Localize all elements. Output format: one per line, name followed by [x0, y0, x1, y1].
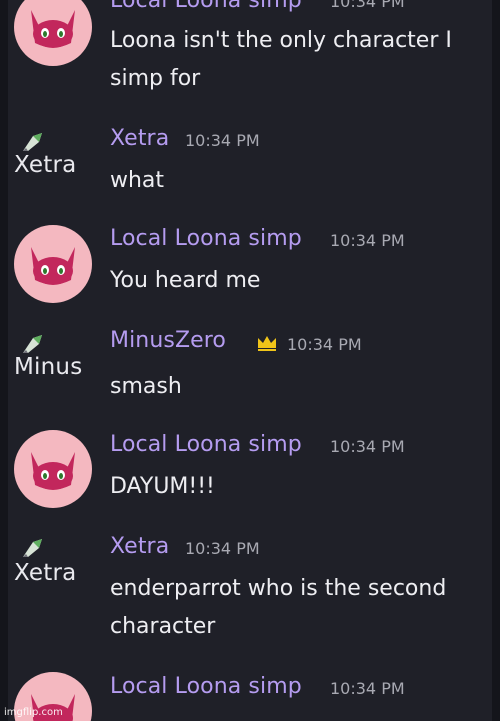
- right-edge: [492, 0, 500, 721]
- timestamp: 10:34 PM: [330, 437, 405, 456]
- username[interactable]: Local Loona simp: [110, 432, 302, 457]
- username[interactable]: Xetra: [110, 534, 169, 559]
- broken-image-icon: [23, 539, 42, 557]
- message-line: DAYUM!!!: [110, 474, 215, 499]
- avatar-alt-text: Minus: [14, 354, 83, 380]
- avatar[interactable]: [14, 225, 92, 303]
- broken-image-icon: [23, 335, 42, 353]
- message-line: what: [110, 168, 165, 193]
- timestamp: 10:34 PM: [330, 0, 405, 11]
- loona-avatar-icon: [31, 247, 75, 285]
- message-line: You heard me: [110, 268, 261, 293]
- username[interactable]: Local Loona simp: [110, 0, 302, 13]
- message-line: character: [110, 614, 216, 639]
- loona-avatar-icon: [31, 452, 75, 490]
- timestamp: 10:34 PM: [185, 131, 260, 150]
- avatar[interactable]: [14, 0, 92, 66]
- timestamp: 10:34 PM: [330, 231, 405, 250]
- loona-avatar-icon: [31, 10, 75, 48]
- broken-image-icon: [23, 133, 42, 151]
- avatar-alt-text: Xetra: [14, 152, 77, 178]
- left-edge: [0, 0, 8, 721]
- crown-icon: [258, 336, 276, 351]
- message-line: smash: [110, 374, 182, 399]
- chat-screen: Local Loona simp 10:34 PM Loona isn't th…: [0, 0, 500, 721]
- timestamp: 10:34 PM: [287, 335, 362, 354]
- username[interactable]: Local Loona simp: [110, 226, 302, 251]
- avatar[interactable]: [14, 430, 92, 508]
- username[interactable]: Local Loona simp: [110, 674, 302, 699]
- watermark: imgflip.com: [4, 707, 63, 718]
- username[interactable]: Xetra: [110, 126, 169, 151]
- avatar-alt-text: Xetra: [14, 560, 77, 586]
- timestamp: 10:34 PM: [330, 679, 405, 698]
- timestamp: 10:34 PM: [185, 539, 260, 558]
- username[interactable]: MinusZero: [110, 328, 226, 353]
- message-line: simp for: [110, 66, 201, 91]
